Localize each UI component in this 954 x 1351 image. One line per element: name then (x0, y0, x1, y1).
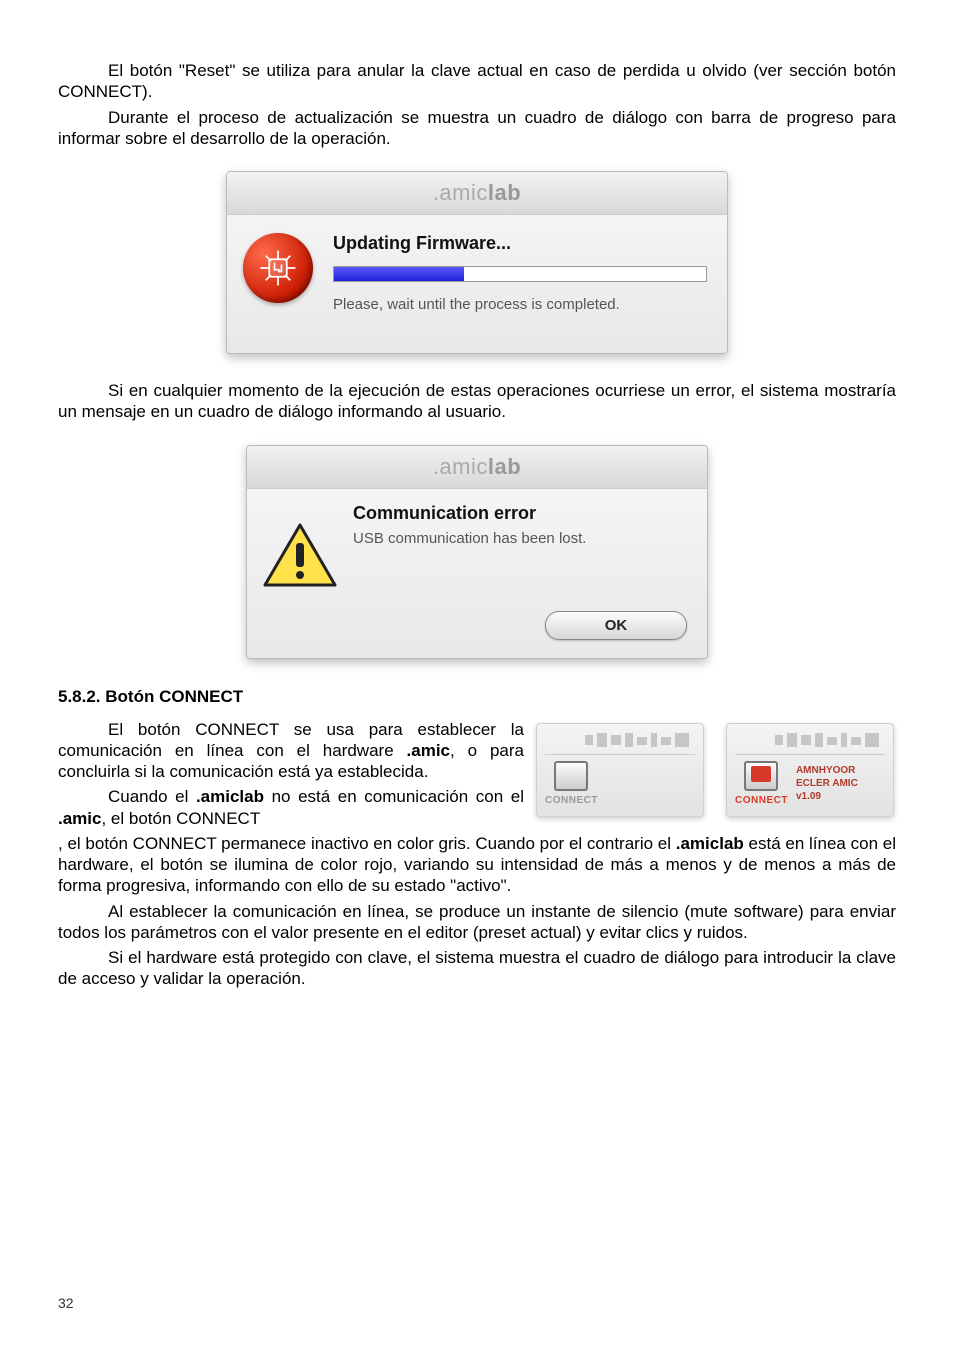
warning-icon (263, 523, 337, 587)
dialog-subtext: USB communication has been lost. (353, 530, 687, 547)
title-amic: .amic (433, 454, 488, 480)
dialog-title-bar: .amiclab (247, 446, 707, 489)
page-number: 32 (58, 1295, 74, 1311)
info-line: v1.09 (796, 790, 858, 803)
dialog-heading: Communication error (353, 503, 687, 524)
paragraph-reset: El botón "Reset" se utiliza para anular … (58, 60, 896, 103)
connect-panel-active: CONNECT AMNHYOOR ECLER AMIC v1.09 (726, 723, 894, 817)
dialog-title-bar: .amiclab (227, 172, 727, 215)
progress-bar (333, 266, 707, 282)
info-line: ECLER AMIC (796, 777, 858, 790)
dialog-subtext: Please, wait until the process is comple… (333, 296, 707, 313)
communication-error-dialog: .amiclab Communication error USB communi… (246, 445, 708, 659)
ok-button[interactable]: OK (545, 611, 687, 640)
paragraph-connect-2-start: Cuando el .amiclab no está en comunicaci… (58, 786, 524, 829)
info-line: AMNHYOOR (796, 764, 858, 777)
text-bold: .amiclab (196, 787, 264, 806)
connect-label: CONNECT (735, 795, 788, 806)
text-span: , el botón CONNECT permanece inactivo en… (58, 834, 676, 853)
progress-fill (334, 267, 464, 281)
paragraph-password: Si el hardware está protegido con clave,… (58, 947, 896, 990)
paragraph-mute: Al establecer la comunicación en línea, … (58, 901, 896, 944)
updating-firmware-dialog: .amiclab (226, 171, 728, 354)
connect-button-active[interactable]: CONNECT (735, 761, 788, 806)
device-info: AMNHYOOR ECLER AMIC v1.09 (796, 764, 858, 803)
text-bold: .amiclab (676, 834, 744, 853)
paragraph-connect-2-cont: , el botón CONNECT permanece inactivo en… (58, 833, 896, 897)
text-bold: .amic (58, 809, 101, 828)
connect-button-inactive[interactable]: CONNECT (545, 761, 598, 806)
paragraph-update-intro: Durante el proceso de actualización se m… (58, 107, 896, 150)
text-span: no está en comunicación con el (264, 787, 524, 806)
panel-header-graphic (735, 730, 885, 750)
title-amic: .amic (433, 180, 488, 206)
title-lab: lab (488, 454, 521, 480)
paragraph-connect-1: El botón CONNECT se usa para establecer … (58, 719, 524, 783)
text-bold: .amic (407, 741, 450, 760)
firmware-chip-icon (243, 233, 313, 303)
connect-panel-inactive: CONNECT (536, 723, 704, 817)
dialog-heading: Updating Firmware... (333, 233, 707, 254)
title-lab: lab (488, 180, 521, 206)
section-heading: 5.8.2. Botón CONNECT (58, 687, 896, 707)
paragraph-error-intro: Si en cualquier momento de la ejecución … (58, 380, 896, 423)
text-span: Cuando el (108, 787, 196, 806)
connect-label: CONNECT (545, 795, 598, 806)
panel-header-graphic (545, 730, 695, 750)
